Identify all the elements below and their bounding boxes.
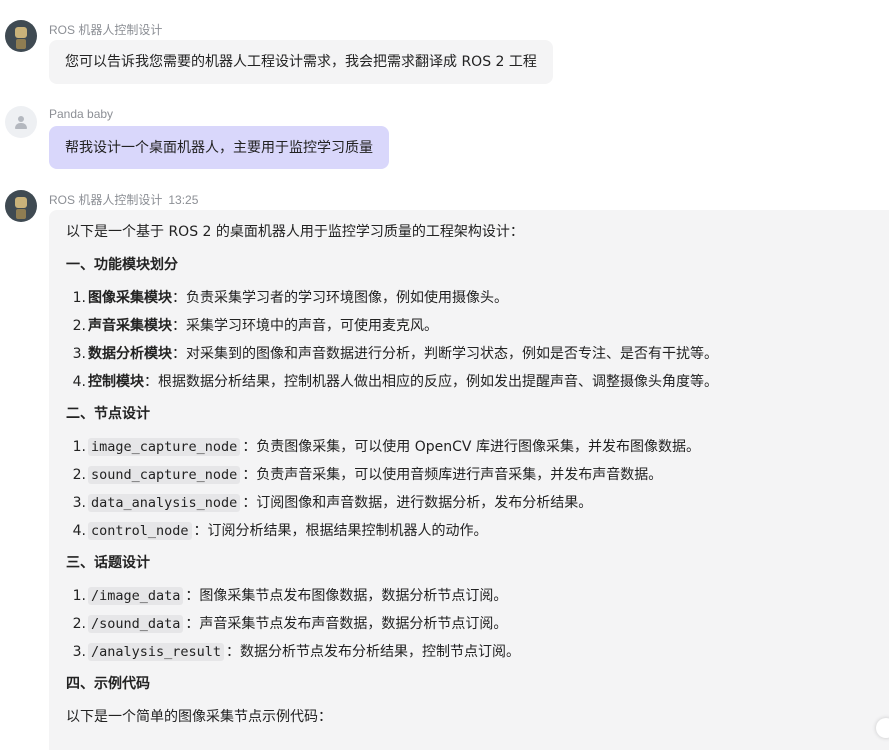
inline-code: /sound_data [88,615,184,633]
answer-outro: 以下是一个简单的图像采集节点示例代码： [66,709,332,725]
item-desc: ：采集学习环境中的声音，可使用麦克风。 [172,318,438,334]
message-text: 帮我设计一个桌面机器人，主要用于监控学习质量 [65,139,373,156]
section-heading: 一、功能模块划分 [66,257,178,273]
list-item: 4. control_node ：订阅分析结果，根据结果控制机器人的动作。 [66,522,488,540]
list-number: 1. [72,439,86,455]
inline-code: data_analysis_node [88,494,241,512]
message-bubble: 您可以告诉我您需要的机器人工程设计需求，我会把需求翻译成 ROS 2 工程 [49,40,553,84]
item-desc: ：根据数据分析结果，控制机器人做出相应的反应，例如发出提醒声音、调整摄像头角度等… [144,374,718,390]
message-bubble: 帮我设计一个桌面机器人，主要用于监控学习质量 [49,126,389,169]
list-item: 1. 图像采集模块：负责采集学习者的学习环境图像，例如使用摄像头。 [66,289,508,307]
inline-code: control_node [88,522,192,540]
list-number: 2. [72,318,86,334]
list-item: 1./image_data ：图像采集节点发布图像数据，数据分析节点订阅。 [66,587,507,605]
item-desc: ：负责采集学习者的学习环境图像，例如使用摄像头。 [172,290,508,306]
list-item: 2. 声音采集模块：采集学习环境中的声音，可使用麦克风。 [66,317,438,335]
answer-intro: 以下是一个基于 ROS 2 的桌面机器人用于监控学习质量的工程架构设计： [66,224,524,240]
robot-avatar-icon[interactable] [5,20,37,52]
list-number: 4. [72,523,86,539]
list-item: 3. data_analysis_node ：订阅图像和声音数据，进行数据分析，发布… [66,494,592,512]
item-desc: ：图像采集节点发布图像数据，数据分析节点订阅。 [185,588,508,604]
item-label: 数据分析模块 [88,346,172,362]
list-number: 3. [72,495,86,511]
item-label: 图像采集模块 [88,290,172,306]
inline-code: /image_data [88,587,184,605]
list-number: 1. [72,290,86,306]
default-user-avatar-icon[interactable] [5,106,37,138]
sender-name: ROS 机器人控制设计 13:25 [49,191,198,208]
list-number: 3. [72,346,86,362]
inline-code: sound_capture_node [88,466,241,484]
section-heading: 三、话题设计 [66,555,150,571]
item-desc: ：对采集到的图像和声音数据进行分析，判断学习状态，例如是否专注、是否有干扰等。 [172,346,718,362]
list-item: 2./sound_data ：声音采集节点发布声音数据，数据分析节点订阅。 [66,615,507,633]
robot-avatar-icon[interactable] [5,190,37,222]
sender-name: ROS 机器人控制设计 [49,23,163,37]
message-text: 您可以告诉我您需要的机器人工程设计需求，我会把需求翻译成 ROS 2 工程 [65,54,537,70]
list-item: 4. 控制模块：根据数据分析结果，控制机器人做出相应的反应，例如发出提醒声音、调整… [66,373,718,391]
sender-label: ROS 机器人控制设计 [49,193,163,207]
item-label: 声音采集模块 [88,318,172,334]
inline-code: /analysis_result [88,643,225,661]
item-desc: ：订阅分析结果，根据结果控制机器人的动作。 [193,523,488,539]
list-number: 2. [72,616,86,632]
list-number: 1. [72,588,86,604]
sender-name: Panda baby [49,107,114,121]
item-label: 控制模块 [88,374,144,390]
list-item: 2. sound_capture_node ：负责声音采集，可以使用音频库进行声音采… [66,466,662,484]
inline-code: image_capture_node [88,438,241,456]
list-item: 1. image_capture_node ：负责图像采集，可以使用 OpenCV … [66,438,700,456]
message-time: 13:25 [168,193,199,207]
list-item: 3. 数据分析模块：对采集到的图像和声音数据进行分析，判断学习状态，例如是否专注、… [66,345,718,363]
item-desc: ：负责声音采集，可以使用音频库进行声音采集，并发布声音数据。 [242,467,663,483]
section-heading: 二、节点设计 [66,406,150,422]
list-number: 2. [72,467,86,483]
item-desc: ：订阅图像和声音数据，进行数据分析，发布分析结果。 [242,495,593,511]
list-number: 3. [72,644,86,660]
item-desc: ：负责图像采集，可以使用 OpenCV 库进行图像采集，并发布图像数据。 [242,439,700,455]
scroll-to-bottom-button[interactable] [876,718,889,738]
item-desc: ：声音采集节点发布声音数据，数据分析节点订阅。 [185,616,508,632]
list-number: 4. [72,374,86,390]
list-item: 3./analysis_result ：数据分析节点发布分析结果，控制节点订阅。 [66,643,520,661]
section-heading: 四、示例代码 [66,676,150,692]
item-desc: ：数据分析节点发布分析结果，控制节点订阅。 [226,644,521,660]
